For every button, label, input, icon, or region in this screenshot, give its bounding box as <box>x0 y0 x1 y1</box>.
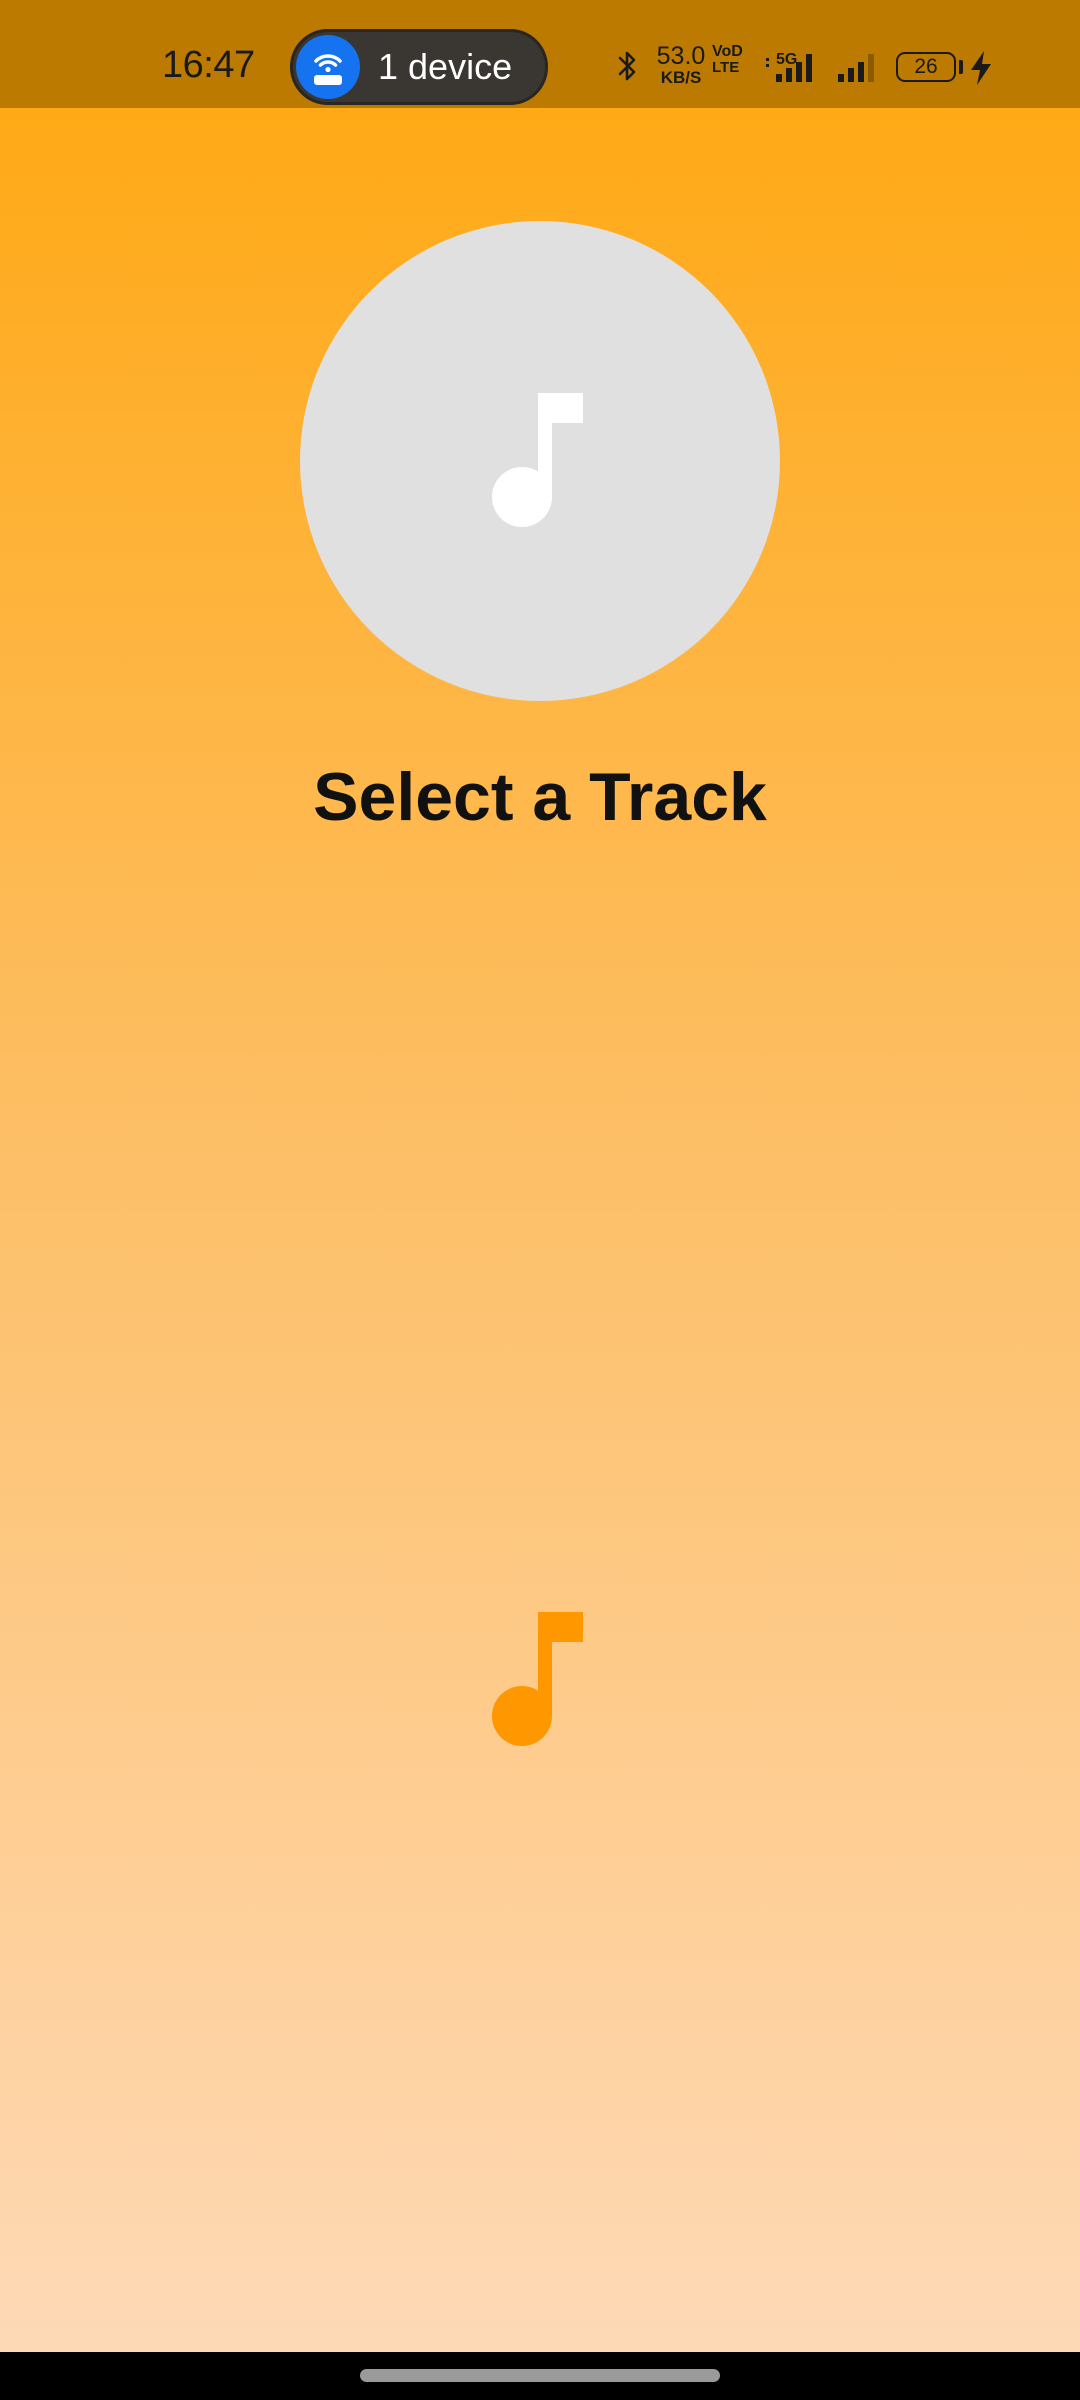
music-note-icon <box>492 1612 588 1748</box>
music-player-screen: 16:47 1 device 53.0 KB/S VoD LTE 5G 26 S… <box>0 0 1080 2400</box>
home-indicator[interactable] <box>360 2369 720 2382</box>
network-type-label: 5G <box>776 51 797 68</box>
status-bar: 16:47 1 device 53.0 KB/S VoD LTE 5G 26 <box>0 0 1080 108</box>
album-art[interactable] <box>300 221 780 701</box>
navigation-bar <box>0 2352 1080 2400</box>
hotspot-label: 1 device <box>378 46 513 87</box>
battery-icon: 26 <box>896 52 956 82</box>
track-title: Select a Track <box>313 759 767 835</box>
battery-tip <box>959 60 963 74</box>
status-time: 16:47 <box>162 44 255 86</box>
network-speed-unit: KB/S <box>660 68 702 87</box>
battery-level: 26 <box>914 55 938 78</box>
cellular-signal-icon: 5G <box>762 44 826 92</box>
lightning-bolt-icon <box>968 50 994 86</box>
wifi-router-icon <box>296 35 360 99</box>
bluetooth-icon <box>612 44 642 92</box>
volte-indicator: VoD LTE <box>712 44 752 92</box>
cellular-signal-icon <box>834 44 884 92</box>
hotspot-indicator[interactable]: 1 device <box>290 29 548 105</box>
network-speed-value: 53.0 <box>656 42 706 70</box>
network-speed: 53.0 KB/S <box>652 44 710 92</box>
volte-top-label: VoD <box>712 43 743 60</box>
music-note-icon <box>492 393 588 529</box>
volte-bottom-label: LTE <box>712 59 740 76</box>
